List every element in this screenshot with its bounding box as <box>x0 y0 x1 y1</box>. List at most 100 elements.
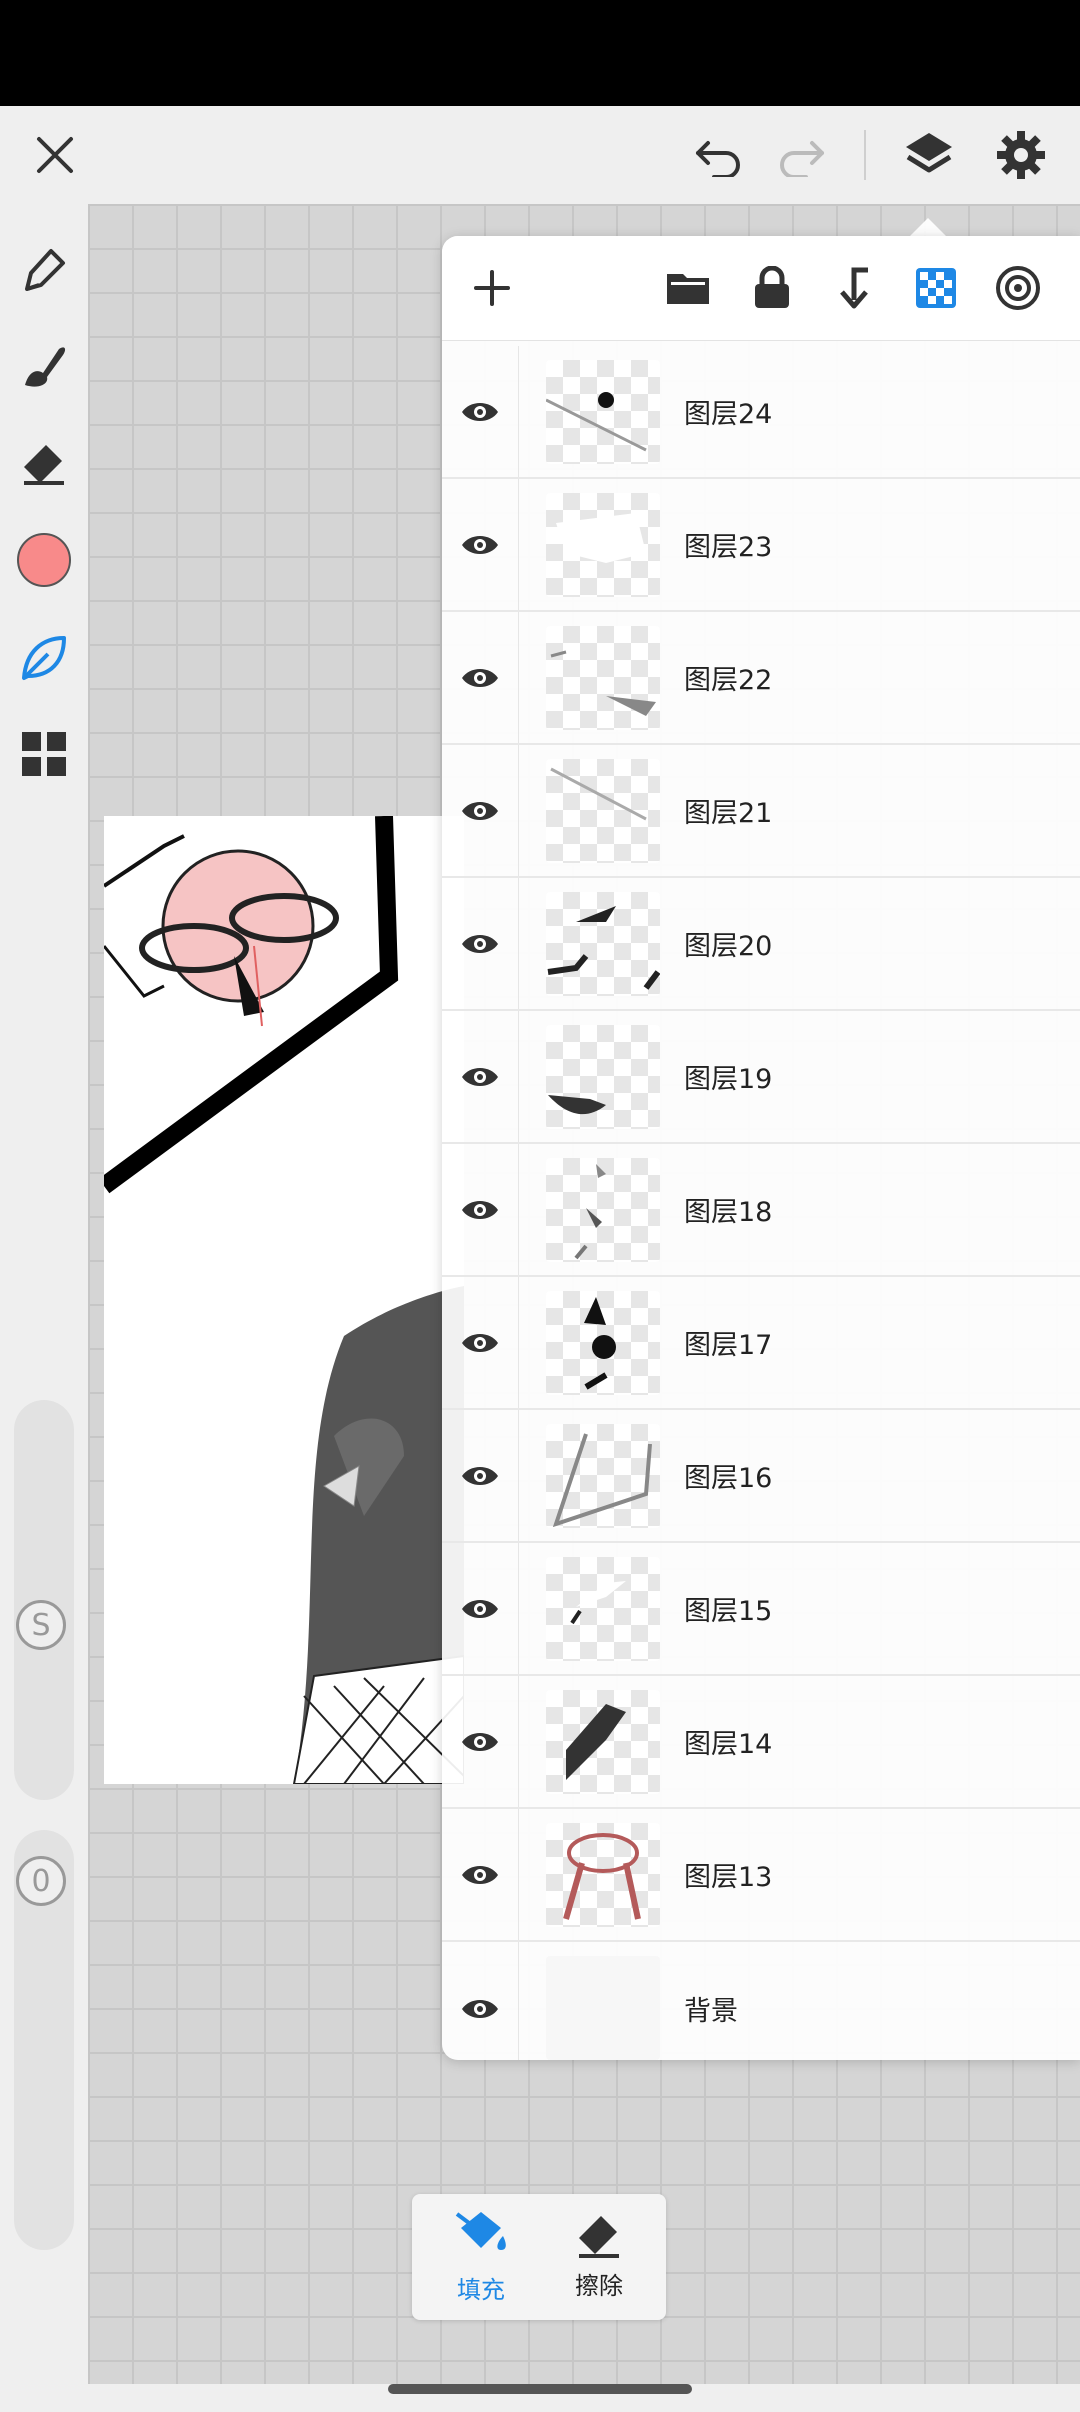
visibility-toggle[interactable] <box>442 1277 519 1408</box>
layer-name: 图层24 <box>684 399 773 430</box>
eye-icon <box>462 934 498 953</box>
eye-icon <box>462 1200 498 1219</box>
layer-row[interactable]: 图层23 <box>442 479 1080 612</box>
current-color-swatch <box>17 533 71 587</box>
layer-row[interactable]: 图层17 <box>442 1277 1080 1410</box>
eye-icon <box>462 801 498 820</box>
layer-name: 图层22 <box>684 665 773 696</box>
layer-thumbnail-art <box>548 1095 606 1115</box>
brush-size-knob[interactable]: S <box>16 1600 66 1650</box>
visibility-toggle[interactable] <box>442 1144 519 1275</box>
layer-name: 图层15 <box>684 1596 773 1627</box>
fill-tool-options: 填充 擦除 <box>412 2194 666 2320</box>
layer-name: 图层20 <box>684 931 773 962</box>
layer-thumbnail-art <box>552 1433 652 1528</box>
layers-button[interactable] <box>898 122 960 188</box>
layer-thumbnail <box>546 1158 660 1262</box>
visibility-toggle[interactable] <box>442 1676 519 1807</box>
layer-thumbnail <box>546 1823 660 1927</box>
fill-button[interactable]: 填充 <box>426 2206 536 2310</box>
close-button[interactable] <box>24 124 86 186</box>
layer-row[interactable]: 图层19 <box>442 1011 1080 1144</box>
eye-icon <box>462 535 498 554</box>
more-tools-button[interactable] <box>10 720 78 788</box>
color-picker-button[interactable] <box>10 526 78 594</box>
layer-thumbnail <box>546 626 660 730</box>
visibility-toggle[interactable] <box>442 1809 519 1940</box>
undo-icon <box>696 141 740 177</box>
layers-panel-pointer <box>908 218 948 238</box>
layer-name: 图层16 <box>684 1463 773 1494</box>
transparency-icon <box>916 268 956 308</box>
layer-name: 图层14 <box>684 1729 773 1760</box>
add-layer-button[interactable] <box>464 260 520 316</box>
leaf-brush-tool[interactable] <box>10 624 78 692</box>
visibility-toggle[interactable] <box>442 1543 519 1674</box>
transparency-lock-button[interactable] <box>908 260 964 316</box>
pen-icon <box>25 249 65 291</box>
gear-icon <box>997 131 1045 179</box>
layer-row[interactable]: 图层24 <box>442 346 1080 479</box>
layer-row[interactable]: 图层18 <box>442 1144 1080 1277</box>
visibility-toggle[interactable] <box>442 612 519 743</box>
folder-icon <box>667 274 709 304</box>
merge-down-icon <box>840 267 868 309</box>
layer-thumbnail-art <box>546 392 647 452</box>
eraser-icon <box>579 2216 619 2258</box>
layer-name: 图层13 <box>684 1862 773 1893</box>
pen-tool[interactable] <box>10 236 78 304</box>
layer-name: 图层23 <box>684 532 773 563</box>
layer-row[interactable]: 图层16 <box>442 1410 1080 1543</box>
eraser-tool[interactable] <box>10 428 78 496</box>
settings-button[interactable] <box>990 124 1052 186</box>
eye-icon <box>462 1599 498 1618</box>
layer-row-background[interactable]: 背景 <box>442 1942 1080 2060</box>
visibility-toggle[interactable] <box>442 745 519 876</box>
layer-thumbnail-art <box>556 513 646 563</box>
layer-row[interactable]: 图层15 <box>442 1543 1080 1676</box>
reference-layer-button[interactable] <box>990 260 1046 316</box>
layer-name: 图层19 <box>684 1064 773 1095</box>
folder-button[interactable] <box>660 260 716 316</box>
opacity-knob[interactable]: 0 <box>16 1856 66 1906</box>
brush-icon <box>25 347 66 387</box>
visibility-toggle[interactable] <box>442 1942 519 2060</box>
layer-thumbnail-art <box>570 1581 626 1625</box>
toolbar-divider <box>864 130 866 180</box>
visibility-toggle[interactable] <box>442 878 519 1009</box>
eye-icon <box>462 1999 498 2018</box>
eye-icon <box>462 1067 498 1086</box>
layer-row[interactable]: 图层13 <box>442 1809 1080 1942</box>
layer-name: 图层21 <box>684 798 773 829</box>
fill-label: 填充 <box>457 2276 505 2304</box>
visibility-toggle[interactable] <box>442 479 519 610</box>
layer-thumbnail-art <box>563 1833 641 1920</box>
status-bar <box>0 0 1080 106</box>
layer-thumbnail <box>546 1690 660 1794</box>
merge-down-button[interactable] <box>826 260 882 316</box>
lock-layer-button[interactable] <box>744 260 800 316</box>
undo-button[interactable] <box>688 126 750 188</box>
layer-row[interactable]: 图层14 <box>442 1676 1080 1809</box>
home-indicator[interactable] <box>388 2384 692 2394</box>
visibility-toggle[interactable] <box>442 1011 519 1142</box>
eye-icon <box>462 1466 498 1485</box>
redo-button[interactable] <box>770 126 832 188</box>
erase-button[interactable]: 擦除 <box>544 2206 654 2310</box>
brush-tool[interactable] <box>10 332 78 400</box>
redo-icon <box>780 141 824 177</box>
layer-name: 图层18 <box>684 1197 773 1228</box>
layer-thumbnail-art <box>566 1704 626 1780</box>
fill-bucket-icon <box>455 2212 506 2250</box>
drawing-canvas[interactable] <box>104 816 464 1784</box>
visibility-toggle[interactable] <box>442 1410 519 1541</box>
visibility-toggle[interactable] <box>442 346 519 477</box>
lock-icon <box>755 266 789 308</box>
layer-row[interactable]: 图层22 <box>442 612 1080 745</box>
eye-icon <box>462 668 498 687</box>
layer-thumbnail <box>546 360 660 464</box>
eye-icon <box>462 1333 498 1352</box>
layer-thumbnail <box>546 1956 660 2060</box>
layer-row[interactable]: 图层21 <box>442 745 1080 878</box>
layer-row[interactable]: 图层20 <box>442 878 1080 1011</box>
